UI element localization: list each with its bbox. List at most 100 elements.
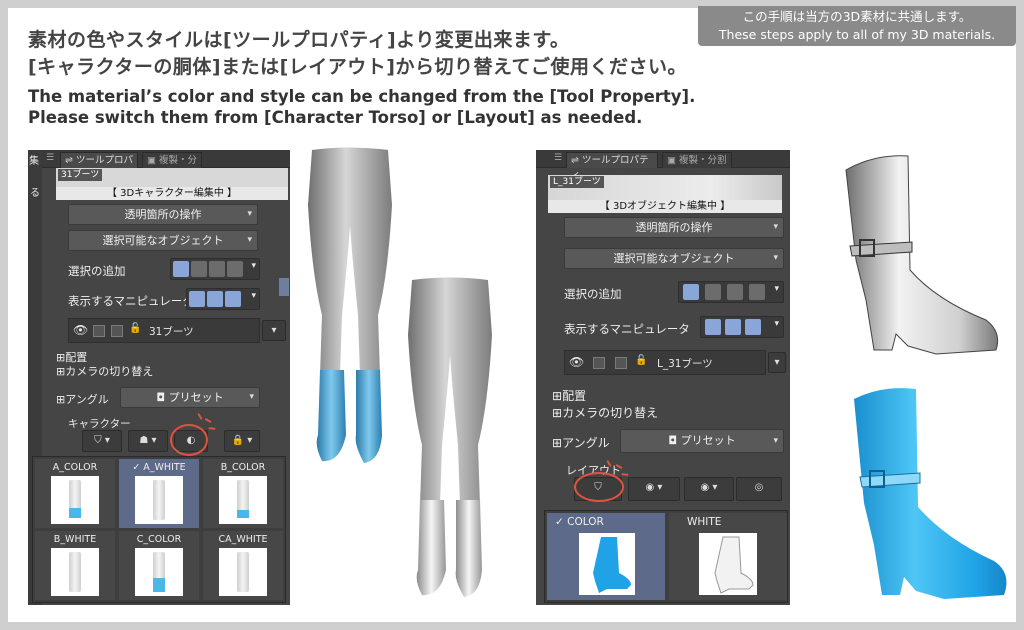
intersect-selection-icon[interactable] [227,261,243,277]
layer-name: L_31ブーツ [657,358,713,370]
preset-label: プリセット [680,434,736,447]
chevron-down-icon[interactable]: ▾ [251,291,256,301]
right-tool-property-panel: ☰ ⇌ ツールプロパティ ▣ 複製・分割 L_31ブーツ 【 3Dオブジェクト編… [536,150,790,605]
right-material-grid: ✓ COLOR WHITE [544,510,788,603]
heading-en: The material’s color and style can be ch… [28,86,695,128]
transparency-dropdown[interactable]: 透明箇所の操作 ▾ [564,217,784,238]
add-selection-icon[interactable] [191,261,207,277]
spark-mark [197,412,203,421]
material-thumb [51,548,99,596]
tab-tool-property[interactable]: ⇌ ツールプロパティ [566,152,658,181]
menu-icon[interactable]: ☰ [554,153,562,163]
section-angle[interactable]: ⊞アングル [56,391,109,407]
add-selection-icon[interactable] [705,284,721,300]
camera-icon: ◘ [156,391,166,404]
preview-name: L_31ブーツ [550,176,604,188]
layout-button-4[interactable]: ◎ [736,477,782,501]
scale-manipulator-icon[interactable] [225,291,241,307]
section-camera[interactable]: ⊞カメラの切り替え [56,363,153,379]
camera-icon: ◘ [668,434,678,447]
side-label-2: る [30,188,40,199]
tab-duplicate[interactable]: ▣ 複製・分割 [142,152,202,181]
material-thumb [219,476,267,524]
subtract-selection-icon[interactable] [209,261,225,277]
layer-checkbox[interactable] [111,325,123,337]
eye-icon[interactable]: 👁 [569,355,584,369]
manipulator-buttons[interactable]: ▾ [700,316,784,338]
move-manipulator-icon[interactable] [705,319,721,335]
section-angle-label: アングル [65,393,109,406]
section-camera-label: カメラの切り替え [562,406,659,420]
scale-manipulator-icon[interactable] [745,319,761,335]
side-label-1: 集 [29,156,39,167]
material-thumb [51,476,99,524]
material-cell[interactable]: B_WHITE [35,531,115,600]
new-selection-icon[interactable] [173,261,189,277]
heading-jp: 素材の色やスタイルは[ツールプロパティ]より変更出来ます。 [キャラクターの胴体… [28,27,687,81]
preset-dropdown[interactable]: ◘ プリセット ▾ [620,429,784,453]
section-angle[interactable]: ⊞アングル [552,434,610,451]
preview-mode: 【 3Dキャラクター編集中 】 [56,187,288,200]
material-cell[interactable]: B_COLOR [203,459,283,528]
lock-checkbox[interactable] [93,325,105,337]
chevron-down-icon: ▾ [249,392,254,402]
pose-button[interactable]: ☗ ▾ [128,430,168,452]
section-layout-label: 配置 [562,389,587,403]
layout-button-2[interactable]: ◉ ▾ [628,477,680,501]
intersect-selection-icon[interactable] [749,284,765,300]
material-cell[interactable]: ✓ A_WHITE [119,459,199,528]
eye-icon[interactable]: 👁 [73,323,88,337]
layer-dropdown[interactable]: ▾ [768,352,786,373]
lock-button[interactable]: 🔒 ▾ [224,430,260,452]
notice-en: These steps apply to all of my 3D materi… [718,27,996,42]
material-cell-white[interactable]: WHITE [669,513,787,600]
tab-duplicate[interactable]: ▣ 複製・分割 [662,152,732,168]
move-manipulator-icon[interactable] [189,291,205,307]
spark-mark [621,473,629,476]
material-cell[interactable]: CA_WHITE [203,531,283,600]
white-boot-thumb [699,533,757,595]
layer-row[interactable]: 👁 🔓 31ブーツ [68,318,260,343]
menu-icon[interactable]: ☰ [46,153,54,163]
chevron-down-icon[interactable]: ▾ [774,319,779,329]
manipulator-label: 表示するマニピュレータ [564,322,690,336]
section-angle-label: アングル [562,436,610,450]
lock-checkbox[interactable] [593,357,605,369]
rotate-manipulator-icon[interactable] [207,291,223,307]
add-selection-buttons[interactable]: ▾ [170,258,260,280]
add-selection-buttons[interactable]: ▾ [678,281,784,303]
material-label: B_COLOR [220,462,266,473]
layer-checkbox[interactable] [615,357,627,369]
layer-name: 31ブーツ [149,326,194,338]
selectable-object-dropdown[interactable]: 選択可能なオブジェクト ▾ [564,248,784,269]
body-type-button[interactable]: ⛉ ▾ [82,430,122,452]
subtract-selection-icon[interactable] [727,284,743,300]
material-cell[interactable]: A_COLOR [35,459,115,528]
manipulator-buttons[interactable]: ▾ [186,288,260,310]
layout-button-3[interactable]: ◉ ▾ [684,477,734,501]
chevron-down-icon[interactable]: ▾ [774,284,779,294]
new-selection-icon[interactable] [683,284,699,300]
chevron-down-icon[interactable]: ▾ [251,261,256,271]
section-camera[interactable]: ⊞カメラの切り替え [552,404,658,421]
preset-dropdown[interactable]: ◘ プリセット ▾ [120,387,260,408]
left-scrollbar[interactable] [279,278,289,296]
character-label: キャラクター [68,418,131,430]
transparency-dropdown[interactable]: 透明箇所の操作 ▾ [68,204,258,225]
add-selection-label: 選択の追加 [564,287,622,301]
left-material-grid: A_COLOR ✓ A_WHITE B_COLOR B_WHITE C_COLO… [32,456,286,603]
selectable-object-dropdown[interactable]: 選択可能なオブジェクト ▾ [68,230,258,251]
chevron-down-icon: ▾ [247,235,252,245]
highlight-circle [170,424,208,456]
tab-tool-property[interactable]: ⇌ ツールプロパティ [60,152,138,181]
rotate-manipulator-icon[interactable] [725,319,741,335]
layer-dropdown[interactable]: ▾ [262,320,286,341]
section-layout[interactable]: ⊞配置 [552,387,586,404]
right-tab-bar: ☰ ⇌ ツールプロパティ ▣ 複製・分割 [536,150,790,181]
section-camera-label: カメラの切り替え [65,365,154,378]
layer-row[interactable]: 👁 🔓 L_31ブーツ [564,350,766,375]
notice-banner: この手順は当方の3D素材に共通します。 These steps apply to… [698,6,1016,46]
material-cell-color[interactable]: ✓ COLOR [547,513,665,600]
material-thumb [135,476,183,524]
material-cell[interactable]: C_COLOR [119,531,199,600]
